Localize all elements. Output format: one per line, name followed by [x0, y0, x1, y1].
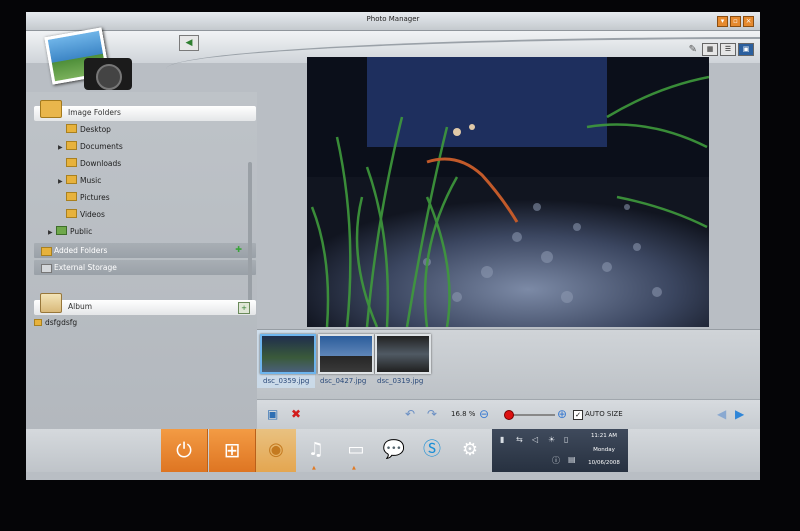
- thumbnail-dsc-0359[interactable]: [260, 334, 316, 374]
- view-controls: ✎ ▦ ☰ ▣: [689, 43, 754, 56]
- minimize-button[interactable]: ▾: [717, 16, 728, 27]
- rotate-right-icon[interactable]: ↷: [427, 407, 437, 421]
- windows-button[interactable]: ⊞: [209, 429, 256, 472]
- zoom-out-icon[interactable]: ⊖: [479, 407, 489, 421]
- previous-arrow-icon[interactable]: ◀: [717, 407, 726, 421]
- app-logo: [44, 27, 134, 100]
- title-bar: Photo Manager ▾ ▫ ×: [26, 12, 760, 31]
- grid-view-button[interactable]: ▦: [702, 43, 718, 56]
- system-tray: ▮ ⇆ ◁ ☀ ▯ ⓘ ▤ 11:21 AM Monday 10/06/2008: [492, 429, 628, 472]
- folder-icon: [41, 247, 52, 256]
- album-icon: [40, 293, 62, 313]
- added-folders-row[interactable]: Added Folders ✚: [34, 243, 256, 258]
- list-view-button[interactable]: ☰: [720, 43, 736, 56]
- photo-indicator-icon: ▲: [352, 465, 356, 471]
- clock-time: 11:21 AM: [590, 433, 618, 439]
- main-photo-viewer[interactable]: [307, 57, 709, 327]
- sidebar-item-desktop[interactable]: Desktop: [58, 124, 111, 136]
- clock-date: 10/06/2008: [588, 460, 620, 466]
- thumbnail-dsc-0427[interactable]: [318, 334, 374, 374]
- external-storage-row[interactable]: External Storage: [34, 260, 256, 275]
- image-folders-label: Image Folders: [68, 108, 121, 117]
- album-item-icon: [34, 319, 42, 326]
- drive-icon: [41, 264, 52, 273]
- thumbnail-label: dsc_0319.jpg: [377, 377, 424, 385]
- sidebar-item-music[interactable]: ▶ Music: [58, 175, 101, 187]
- volume-icon[interactable]: ◁: [532, 435, 538, 444]
- music-indicator-icon: ▲: [312, 465, 316, 471]
- expand-arrow-icon[interactable]: ▶: [58, 142, 66, 154]
- camera-icon: [84, 58, 132, 90]
- delete-icon[interactable]: ✖: [291, 407, 301, 421]
- add-album-icon[interactable]: +: [238, 302, 250, 314]
- battery-icon[interactable]: ▮: [500, 435, 504, 444]
- folder-icon: [66, 175, 77, 184]
- clock-day: Monday: [593, 447, 615, 453]
- chat-icon[interactable]: 💬: [380, 436, 408, 464]
- music-icon[interactable]: ♫: [302, 436, 330, 464]
- sidebar: Image Folders Desktop ▶ Documents Downloa…: [26, 92, 257, 429]
- network-icon[interactable]: ⇆: [516, 435, 523, 444]
- next-arrow-icon[interactable]: ▶: [735, 407, 744, 421]
- thumbnail-label: dsc_0427.jpg: [320, 377, 367, 385]
- sidebar-item-documents[interactable]: ▶ Documents: [58, 141, 123, 153]
- back-button[interactable]: ◀: [179, 35, 199, 51]
- document-icon[interactable]: ▤: [568, 455, 576, 464]
- folder-icon: [66, 158, 77, 167]
- folder-icon: [66, 192, 77, 201]
- add-folder-icon[interactable]: ✚: [235, 245, 242, 254]
- thumbnail-strip: dsc_0359.jpg dsc_0427.jpg dsc_0319.jpg: [257, 329, 760, 400]
- zoom-slider-handle[interactable]: [503, 410, 514, 420]
- folder-icon: [40, 100, 62, 118]
- photo-icon[interactable]: ▭: [342, 436, 370, 464]
- zoom-percentage: 16.8 %: [451, 410, 476, 418]
- album-item[interactable]: dsfgdsfg: [34, 317, 77, 329]
- viewer-toolbar: ▣ ✖ ↶ ↷ 16.8 % ⊖ ⊕ ✓ AUTO SIZE ◀ ▶: [257, 399, 760, 430]
- brightness-icon[interactable]: ☀: [548, 435, 555, 444]
- globe-icon[interactable]: ◉: [262, 436, 290, 464]
- sidebar-item-videos[interactable]: Videos: [58, 209, 105, 221]
- screen: Photo Manager ▾ ▫ × ◀ ✎ ▦ ☰ ▣ Image Fold…: [26, 12, 760, 480]
- expand-arrow-icon[interactable]: ▶: [48, 227, 56, 239]
- power-status-icon[interactable]: ▯: [564, 435, 568, 444]
- maximize-button[interactable]: ▫: [730, 16, 741, 27]
- public-folder-icon: [56, 226, 67, 235]
- thumbnail-dsc-0319[interactable]: [375, 334, 431, 374]
- close-button[interactable]: ×: [743, 16, 754, 27]
- wrench-icon[interactable]: ✎: [689, 44, 697, 55]
- zoom-in-icon[interactable]: ⊕: [557, 407, 567, 421]
- auto-size-checkbox[interactable]: ✓: [573, 410, 583, 420]
- album-label: Album: [68, 302, 93, 311]
- auto-size-label: AUTO SIZE: [585, 410, 623, 418]
- single-view-button[interactable]: ▣: [738, 43, 754, 56]
- slideshow-icon[interactable]: ▣: [267, 407, 278, 421]
- power-button[interactable]: ⏻: [161, 429, 208, 472]
- taskbar: ⏻ ⊞ ◉ ♫ ▲ ▭ ▲ 💬 Ⓢ ⚙ ▮ ⇆ ◁ ☀ ▯ ⓘ ▤ 11:21 …: [26, 429, 760, 472]
- thumbnail-label: dsc_0359.jpg: [263, 377, 310, 385]
- gear-icon[interactable]: ⚙: [456, 436, 484, 464]
- expand-arrow-icon[interactable]: ▶: [58, 176, 66, 188]
- folder-icon: [66, 209, 77, 218]
- sidebar-item-pictures[interactable]: Pictures: [58, 192, 110, 204]
- info-icon[interactable]: ⓘ: [552, 455, 560, 466]
- main-photo-image: [307, 57, 709, 327]
- folder-icon: [66, 124, 77, 133]
- folder-icon: [66, 141, 77, 150]
- sidebar-item-public[interactable]: ▶ Public: [48, 226, 92, 238]
- rotate-left-icon[interactable]: ↶: [405, 407, 415, 421]
- skype-icon[interactable]: Ⓢ: [418, 436, 446, 464]
- window-title: Photo Manager: [366, 15, 420, 23]
- sidebar-item-downloads[interactable]: Downloads: [58, 158, 121, 170]
- sidebar-scrollbar[interactable]: [248, 162, 252, 302]
- image-folders-header[interactable]: Image Folders: [34, 100, 256, 121]
- album-header[interactable]: Album +: [34, 293, 256, 315]
- window-controls: ▾ ▫ ×: [717, 16, 754, 27]
